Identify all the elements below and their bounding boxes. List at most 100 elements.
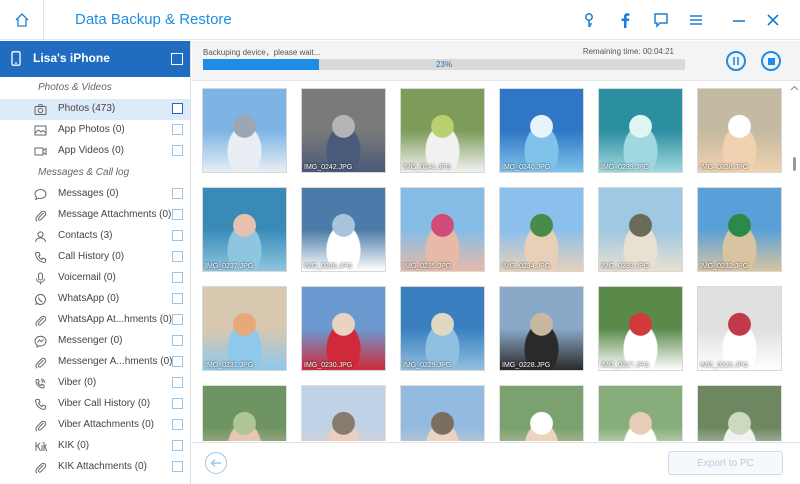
stop-button[interactable] [761,51,781,71]
photo-thumbnail[interactable]: IMG_0239.JPG [598,88,683,173]
photo-thumbnail[interactable]: IMG_0227.JPG [598,286,683,371]
sidebar-item[interactable]: Messenger A...hments (0) [0,352,190,373]
sidebar-item[interactable]: Contacts (3) [0,226,190,247]
feedback-button[interactable] [651,10,671,30]
photo-thumbnail[interactable] [202,385,287,441]
pause-button[interactable] [726,51,746,71]
sidebar-item-checkbox[interactable] [172,335,183,346]
sidebar-item-label: App Videos (0) [58,145,124,156]
photo-thumbnail[interactable] [202,88,287,173]
close-button[interactable] [763,10,783,30]
sidebar-item[interactable]: Voicemail (0) [0,268,190,289]
photo-thumbnail[interactable] [697,385,782,441]
sidebar-item-label: Messenger (0) [58,335,123,346]
photo-thumbnail[interactable]: IMG_0226.JPG [697,286,782,371]
home-button[interactable] [0,0,44,40]
menu-button[interactable] [686,10,706,30]
sidebar-item-checkbox[interactable] [172,124,183,135]
photo-thumbnail[interactable]: IMG_0234.JPG [499,187,584,272]
photo-caption: IMG_0228.JPG [502,362,551,369]
sidebar-item[interactable]: WhatsApp (0) [0,289,190,310]
sidebar-item-checkbox[interactable] [172,377,183,388]
photo-thumbnail[interactable]: IMG_0233.JPG [598,187,683,272]
pause-icon [733,57,739,65]
home-icon [15,13,28,27]
sidebar-item[interactable]: App Videos (0) [0,141,190,162]
photo-thumbnail[interactable] [499,385,584,441]
sidebar-item-checkbox[interactable] [172,293,183,304]
device-header[interactable]: Lisa's iPhone [0,41,190,77]
phone-device-icon [11,51,21,66]
sidebar-item[interactable]: Viber Call History (0) [0,394,190,415]
photo-caption: IMG_0235.JPG [403,263,452,270]
scroll-thumb[interactable] [793,157,796,171]
key-button[interactable] [579,10,599,30]
sidebar-item-checkbox[interactable] [172,398,183,409]
stop-icon [767,57,775,65]
progress-percent: 23% [435,60,452,69]
minimize-button[interactable] [729,10,749,30]
sidebar-item-checkbox[interactable] [172,230,183,241]
photo-thumbnail[interactable]: IMG_0231.JPG [202,286,287,371]
sidebar-item-checkbox[interactable] [172,188,183,199]
photo-thumbnail[interactable]: IMG_0230.JPG [301,286,386,371]
title-bar: Data Backup & Restore [0,0,800,40]
sidebar-item-checkbox[interactable] [172,440,183,451]
sidebar-item-checkbox[interactable] [172,314,183,325]
sidebar-item-checkbox[interactable] [172,461,183,472]
photo-thumbnail[interactable] [301,385,386,441]
photo-thumbnail[interactable] [400,385,485,441]
facebook-button[interactable] [615,10,635,30]
attachment-icon [35,420,47,432]
sidebar-item-checkbox[interactable] [172,209,183,220]
photo-grid: IMG_0242.JPG IMG_0241.JPG IMG_0240.JPG IMG_… [202,88,790,441]
device-checkbox[interactable] [171,53,183,65]
photo-thumbnail[interactable]: IMG_0241.JPG [400,88,485,173]
export-to-pc-button[interactable]: Export to PC [668,451,783,475]
sidebar-item-checkbox[interactable] [172,419,183,430]
minimize-icon [733,20,745,22]
photo-thumbnail[interactable]: IMG_0232.JPG [697,187,782,272]
sidebar-item[interactable]: Messenger (0) [0,331,190,352]
photo-thumbnail[interactable]: IMG_0236.JPG [301,187,386,272]
section-title: Photos & Videos [38,82,112,93]
sidebar-item-checkbox[interactable] [172,145,183,156]
photo-caption: IMG_0230.JPG [304,362,353,369]
photo-thumbnail[interactable]: IMG_0228.JPG [499,286,584,371]
scroll-up-icon[interactable] [790,85,799,91]
scrollbar[interactable] [790,85,799,441]
sidebar-item-checkbox[interactable] [172,356,183,367]
sidebar-item[interactable]: KIK Attachments (0) [0,457,190,478]
sidebar-item[interactable]: App Photos (0) [0,120,190,141]
close-icon [767,14,779,26]
sidebar-item-label: Photos (473) [58,103,116,114]
photo-caption: IMG_0227.JPG [601,362,650,369]
photo-thumbnail[interactable]: IMG_0237.JPG [202,187,287,272]
sidebar-item[interactable]: KIK (0) [0,436,190,457]
photo-caption: IMG_0234.JPG [502,263,551,270]
photo-caption: IMG_0237.JPG [205,263,254,270]
photo-thumbnail[interactable]: IMG_0229.JPG [400,286,485,371]
photo-caption: IMG_0233.JPG [601,263,650,270]
sidebar-item[interactable]: Call History (0) [0,247,190,268]
back-button[interactable] [205,452,227,474]
sidebar-item-label: Call History (0) [58,251,125,262]
photo-thumbnail[interactable]: IMG_0238.JPG [697,88,782,173]
sidebar-item[interactable]: Viber (0) [0,373,190,394]
photo-thumbnail[interactable]: IMG_0240.JPG [499,88,584,173]
kik-icon [35,442,47,452]
sidebar-item[interactable]: Messages (0) [0,184,190,205]
sidebar-item[interactable]: WhatsApp At...hments (0) [0,310,190,331]
photo-thumbnail[interactable] [598,385,683,441]
sidebar-item-label: WhatsApp At...hments (0) [58,314,172,325]
photo-thumbnail[interactable]: IMG_0242.JPG [301,88,386,173]
sidebar-item[interactable]: Viber Attachments (0) [0,415,190,436]
sidebar-item-checkbox[interactable] [172,272,183,283]
section-title: Messages & Call log [38,167,130,178]
sidebar-item-checkbox[interactable] [172,103,183,114]
sidebar-item-checkbox[interactable] [172,251,183,262]
sidebar-item[interactable]: Message Attachments (0) [0,205,190,226]
sidebar-item-label: Message Attachments (0) [58,209,172,220]
photo-thumbnail[interactable]: IMG_0235.JPG [400,187,485,272]
sidebar-item[interactable]: Photos (473) [0,99,190,120]
